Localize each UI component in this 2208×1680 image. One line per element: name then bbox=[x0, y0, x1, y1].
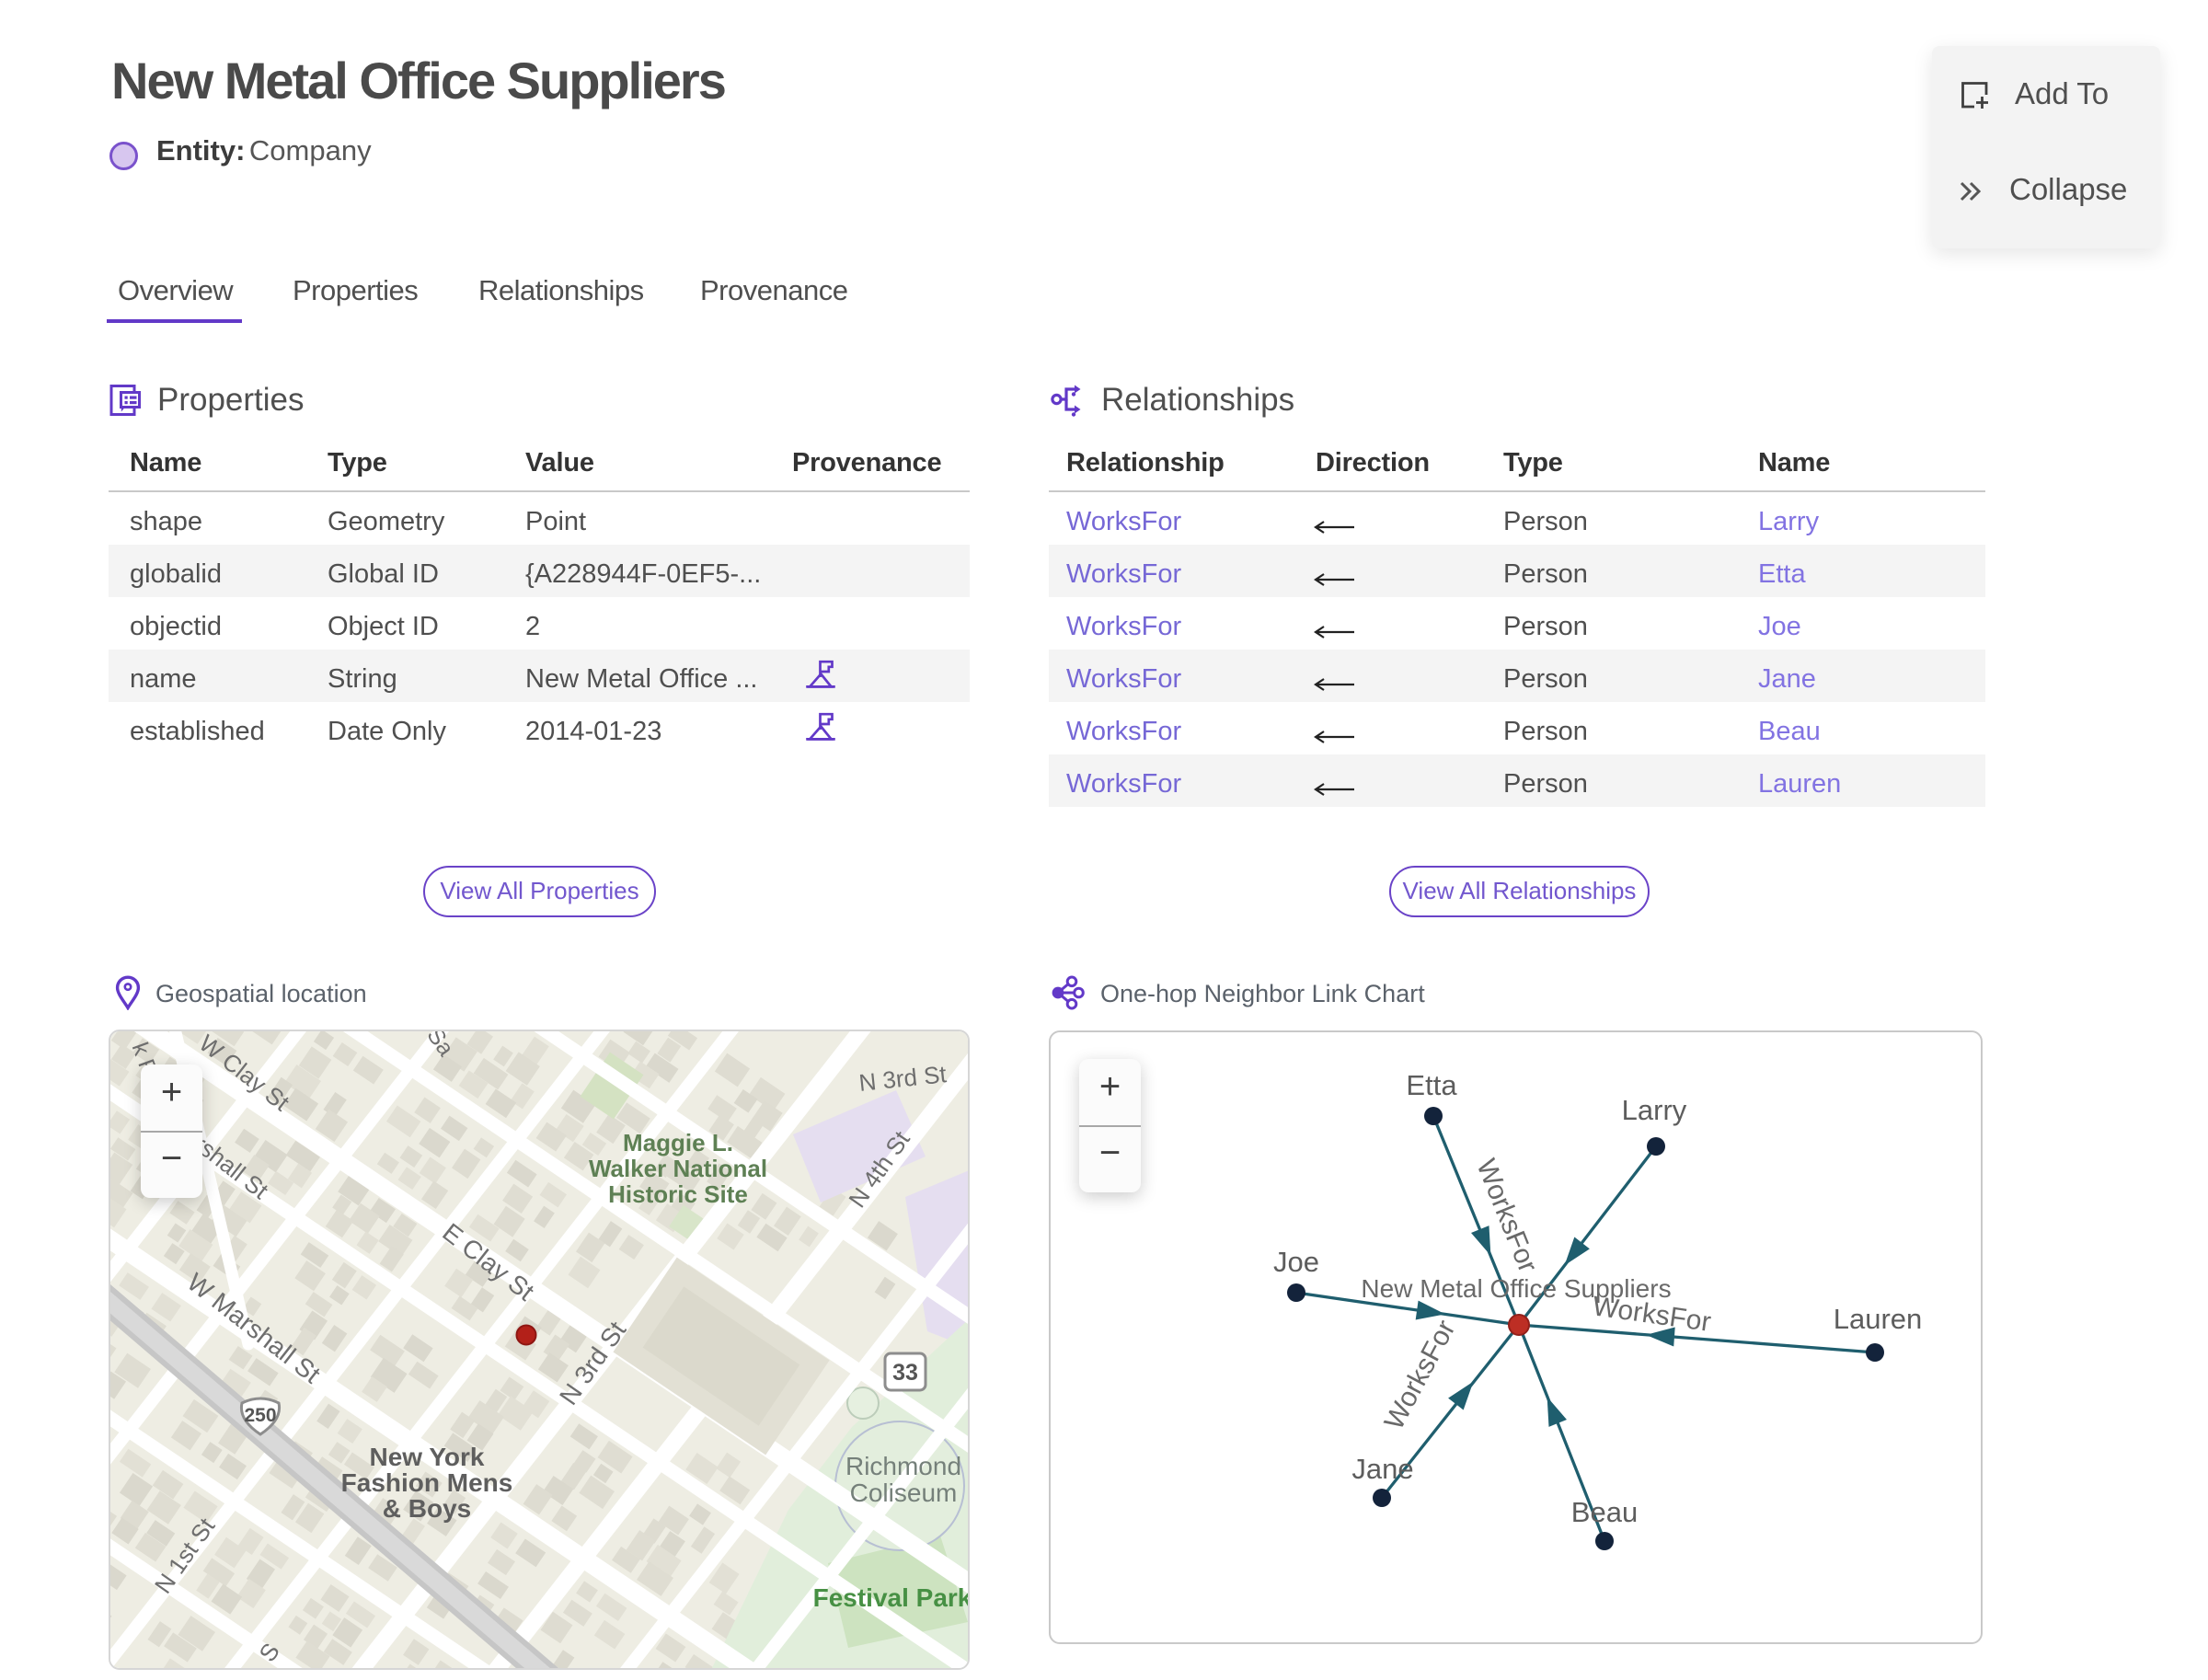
svg-text:Walker National: Walker National bbox=[589, 1155, 767, 1182]
svg-text:New York: New York bbox=[369, 1443, 484, 1471]
svg-text:Etta: Etta bbox=[1406, 1069, 1457, 1101]
svg-text:Fashion Mens: Fashion Mens bbox=[341, 1468, 513, 1497]
svg-text:33: 33 bbox=[892, 1360, 918, 1386]
svg-text:Jane: Jane bbox=[1351, 1453, 1413, 1485]
svg-text:Maggie L.: Maggie L. bbox=[623, 1129, 733, 1156]
svg-text:Lauren: Lauren bbox=[1834, 1303, 1923, 1335]
svg-text:Beau: Beau bbox=[1571, 1496, 1638, 1528]
svg-text:WorksFor: WorksFor bbox=[1470, 1155, 1543, 1276]
svg-text:WorksFor: WorksFor bbox=[1379, 1316, 1462, 1435]
svg-text:Festival Park: Festival Park bbox=[813, 1583, 970, 1612]
svg-text:& Boys: & Boys bbox=[383, 1494, 471, 1523]
svg-text:Coliseum: Coliseum bbox=[850, 1479, 958, 1507]
svg-text:New Metal Office Suppliers: New Metal Office Suppliers bbox=[1361, 1274, 1671, 1303]
svg-text:Richmond: Richmond bbox=[845, 1452, 961, 1480]
svg-text:Historic Site: Historic Site bbox=[608, 1180, 748, 1208]
svg-text:Larry: Larry bbox=[1622, 1094, 1687, 1126]
svg-text:250: 250 bbox=[244, 1405, 276, 1426]
svg-text:Joe: Joe bbox=[1273, 1246, 1319, 1278]
